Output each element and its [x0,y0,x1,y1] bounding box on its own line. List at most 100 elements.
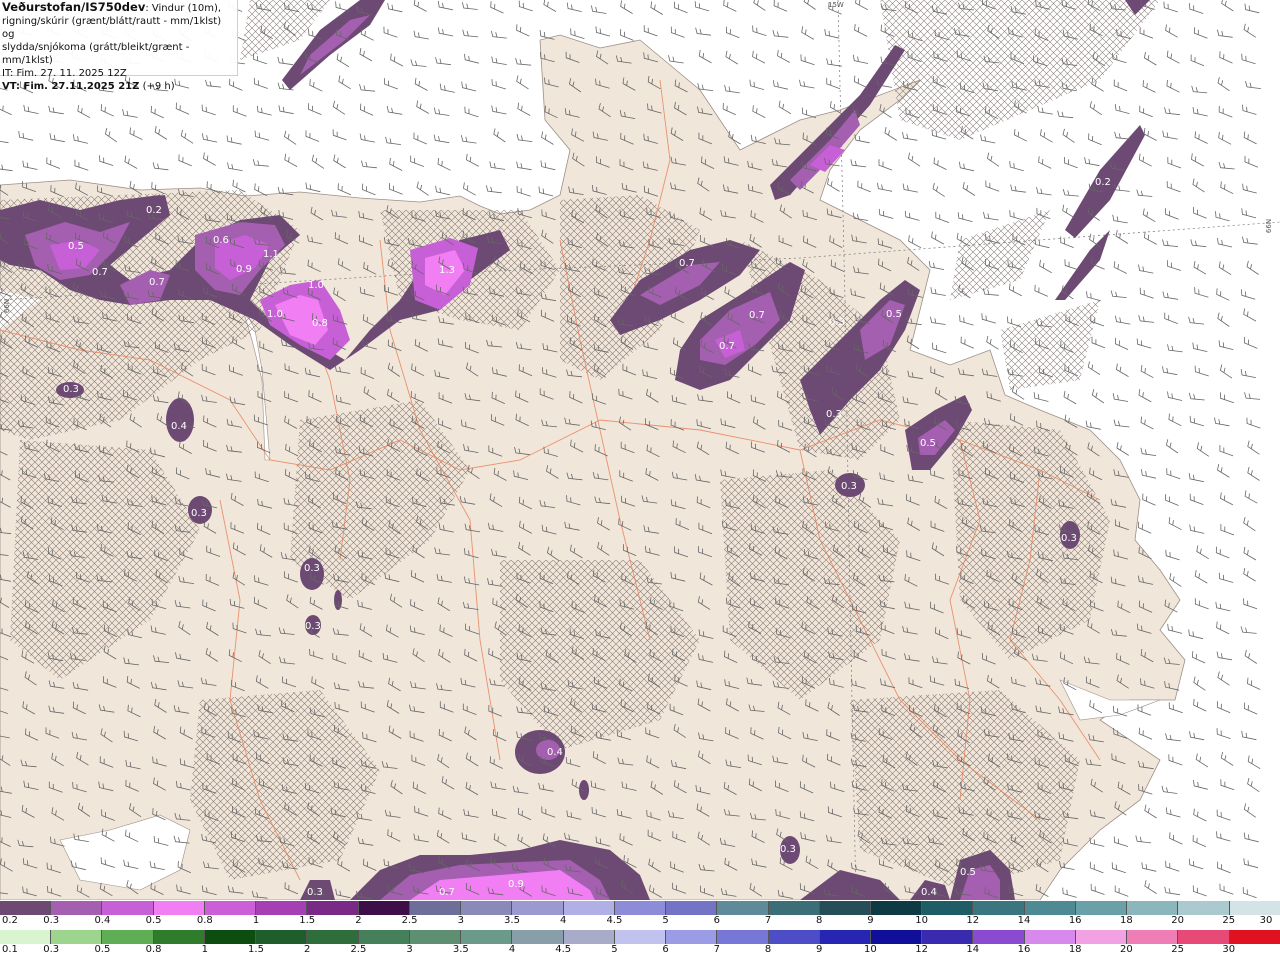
precip-label: 0.3 [780,844,796,855]
legend-swatch [922,901,974,915]
legend-label: 10 [864,944,877,955]
legend-swatch [204,901,257,915]
legend-swatch [1127,930,1179,944]
legend-label: 12 [966,915,980,926]
legend-label: 10 [915,915,928,926]
legend-label: 5 [611,944,618,955]
legend-swatch [870,930,923,944]
legend-label: 0.3 [43,915,60,926]
legend-label: 9 [816,944,823,955]
precip-label: 0.3 [841,481,857,492]
legend-swatch [922,930,974,944]
legend-label: 2.5 [401,915,418,926]
legend-label: 14 [966,944,980,955]
legend-label: 1.5 [299,915,316,926]
legend-swatch [1024,901,1076,915]
precip-label: 0.3 [1061,533,1077,544]
precip-label: 0.4 [171,421,187,432]
precip-label: 0.7 [719,341,735,352]
legend-swatch [102,901,154,915]
legend-label: 18 [1068,944,1082,955]
precip-label: 0.7 [439,887,455,898]
precip-label: 0.7 [679,258,695,269]
legend-swatch [768,930,820,944]
legend-swatch [973,901,1025,915]
legend-label: 0.8 [145,944,162,955]
legend-label: 7 [764,915,772,926]
precip-label: 0.3 [305,621,321,632]
brand-title: Veðurstofan/IS750dev [2,0,146,14]
legend-label: 30 [1222,944,1236,955]
valid-offset: (+9 h) [142,81,175,92]
precip-label: 0.3 [191,508,207,519]
legend-label: 20 [1171,915,1184,926]
legend-swatch [1075,930,1128,944]
legend-label: 1.5 [248,944,264,955]
legend-label: 14 [1017,915,1031,926]
legend-label: 0.1 [2,944,18,955]
precip-label: 0.9 [508,879,524,890]
legend-label: 3.5 [504,915,520,926]
precip-label: 1.0 [308,280,324,291]
legend-swatch [256,901,308,915]
legend-swatch [358,901,410,915]
title-desc-rain: rigning/skúrir (grænt/blátt/rautt - mm/1… [2,16,222,40]
precip-label: 0.3 [304,563,320,574]
legend-swatch [717,901,769,915]
precip-label: 0.8 [312,318,328,329]
legend-label: 6 [662,944,669,955]
legend-label: 25 [1171,944,1184,955]
legend-swatch [307,930,359,944]
legend-swatch [461,930,513,944]
title-desc-snow: slydda/snjókoma (grátt/bleikt/grænt - mm… [2,42,190,66]
legend-label: 6 [713,915,720,926]
legend-swatch [768,901,820,915]
legend-label: 1 [252,915,260,926]
precip-label: 0.4 [921,887,937,898]
legend-label: 3 [406,944,413,955]
legend-swatch [153,930,205,944]
rain-legend-labels: 0.1 0.3 0.5 0.8 1 1.5 2 2.5 3 3.5 4 4.5 5 6 7 8 9 10 12 14 1… [0,944,1280,957]
rain-legend-bar [0,930,1280,944]
latitude-label-right: 66N [1265,218,1274,234]
snow-legend-labels: 0.2 0.3 0.4 0.5 0.8 1 1.5 2 2.5 3 3.5 4 4.5 5 6 7 8 9 10 12… [0,915,1280,928]
legend-swatch [409,901,462,915]
legend-label: 16 [1068,915,1082,926]
legend-swatch [1024,930,1076,944]
legend-swatch [1178,930,1230,944]
precip-label: 0.2 [146,205,162,216]
precip-label: 0.3 [307,887,323,898]
legend-label: 30 [1259,915,1273,926]
legend-label: 0.4 [94,915,111,926]
legend-swatch [256,930,308,944]
legend-label: 4.5 [606,915,623,926]
legend-swatch [153,901,205,915]
precip-label: 0.5 [886,309,902,320]
legend-label: 2 [304,944,311,955]
legend-swatch [1229,930,1280,944]
precip-label: 0.4 [547,747,563,758]
map-title-box: Veðurstofan/IS750dev: Vindur (10m), rign… [0,0,238,92]
precip-label: 0.3 [63,384,79,395]
legend-swatch [614,930,667,944]
legend-label: 7 [713,944,720,955]
precip-label: 0.5 [920,438,936,449]
precip-label: 0.7 [749,310,765,321]
precip-label: 1.0 [267,309,283,320]
legend-swatch [819,930,871,944]
legend-label: 3.5 [452,944,469,955]
legend-label: 0.3 [43,944,60,955]
legend-swatch [819,901,871,915]
legend-label: 2 [355,915,362,926]
legend-swatch [666,901,718,915]
legend-swatch [512,930,564,944]
legend-swatch [563,901,615,915]
precip-label: 0.5 [68,241,84,252]
precip-label: 0.9 [236,264,252,275]
legend-label: 2.5 [350,944,367,955]
legend-label: 9 [867,915,874,926]
precip-label: 0.7 [149,277,165,288]
issue-time: IT: Fim. 27. 11. 2025 12Z [2,68,127,79]
legend-label: 0.5 [145,915,162,926]
legend-swatch [1229,901,1280,915]
